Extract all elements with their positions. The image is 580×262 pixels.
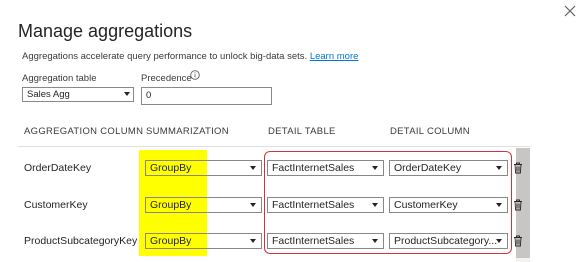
chevron-down-icon xyxy=(250,203,256,207)
header-divider xyxy=(18,146,530,147)
trash-icon[interactable] xyxy=(513,235,523,247)
precedence-value: 0 xyxy=(146,90,152,101)
info-icon[interactable] xyxy=(190,70,200,80)
summarization-value: GroupBy xyxy=(150,235,192,247)
chevron-down-icon xyxy=(250,166,256,170)
dialog-description: Aggregations accelerate query performanc… xyxy=(22,51,358,62)
description-text: Aggregations accelerate query performanc… xyxy=(22,51,308,62)
detail-columns-outline xyxy=(264,151,512,254)
header-summarization: SUMMARIZATION xyxy=(146,126,229,137)
header-detail-column: DETAIL COLUMN xyxy=(390,126,470,137)
dialog-title: Manage aggregations xyxy=(18,21,193,41)
header-detail-table: DETAIL TABLE xyxy=(268,126,336,137)
chevron-down-icon xyxy=(250,239,256,243)
header-aggregation-column: AGGREGATION COLUMN xyxy=(24,126,144,137)
trash-icon[interactable] xyxy=(513,199,523,211)
row-aggregation-column: CustomerKey xyxy=(24,199,88,211)
summarization-select[interactable]: GroupBy xyxy=(145,197,262,213)
precedence-input[interactable]: 0 xyxy=(141,87,272,105)
close-icon[interactable] xyxy=(563,4,577,18)
summarization-select[interactable]: GroupBy xyxy=(145,160,262,176)
row-aggregation-column: ProductSubcategoryKey xyxy=(24,235,138,247)
summarization-select[interactable]: GroupBy xyxy=(145,233,262,249)
precedence-label: Precedence xyxy=(141,73,192,84)
summarization-value: GroupBy xyxy=(150,162,192,174)
summarization-value: GroupBy xyxy=(150,199,192,211)
aggregation-table-label: Aggregation table xyxy=(22,73,97,84)
trash-icon[interactable] xyxy=(513,162,523,174)
chevron-down-icon xyxy=(124,92,130,96)
aggregation-table-value: Sales Agg xyxy=(27,89,70,100)
row-aggregation-column: OrderDateKey xyxy=(24,162,92,174)
learn-more-link[interactable]: Learn more xyxy=(310,51,359,62)
aggregation-table-select[interactable]: Sales Agg xyxy=(22,87,134,102)
